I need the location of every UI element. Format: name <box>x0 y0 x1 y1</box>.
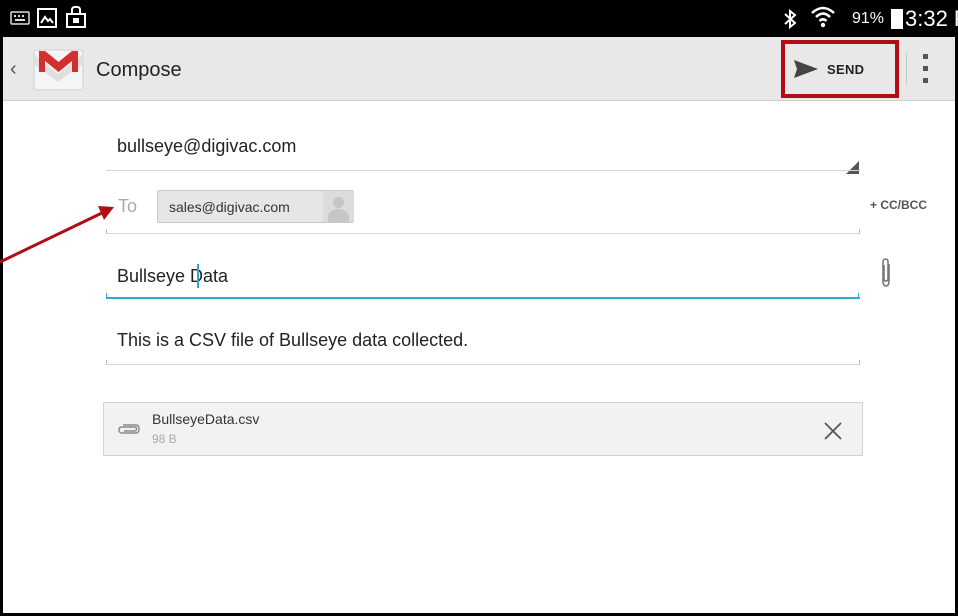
battery-percent: 91% <box>852 10 885 27</box>
recipient-chip[interactable]: sales@digivac.com <box>157 190 354 223</box>
attachment-filename: BullseyeData.csv <box>152 411 260 427</box>
send-button[interactable]: SEND <box>793 52 883 86</box>
action-bar-divider <box>906 53 907 85</box>
attachment-size: 98 B <box>152 432 177 446</box>
message-body-field[interactable]: This is a CSV file of Bullseye data coll… <box>117 330 468 351</box>
subject-underline-tick-right <box>858 293 859 298</box>
send-label: SEND <box>827 61 865 77</box>
action-bar: ‹ Compose SEND <box>3 37 955 101</box>
subject-underline-tick-left <box>106 293 107 298</box>
body-underline-tick-right <box>859 360 860 365</box>
from-field[interactable]: bullseye@digivac.com <box>117 136 296 157</box>
subject-underline <box>106 297 860 299</box>
to-underline-tick-right <box>859 229 860 234</box>
send-highlight-box: SEND <box>781 40 899 98</box>
remove-attachment-icon[interactable] <box>823 421 843 441</box>
status-bar: 91% 3:32 PM <box>0 0 958 37</box>
subject-field[interactable]: Bullseye Data <box>117 266 228 287</box>
cc-bcc-button[interactable]: + CC/BCC <box>870 198 927 212</box>
clock-time: 3:32 PM <box>905 6 958 31</box>
to-label: To <box>118 196 138 216</box>
text-cursor <box>197 264 199 288</box>
back-chevron-icon[interactable]: ‹ <box>10 59 17 79</box>
send-icon <box>794 60 818 78</box>
contact-avatar-icon <box>323 191 354 222</box>
recipient-chip-label: sales@digivac.com <box>169 199 290 215</box>
wifi-icon <box>811 6 835 28</box>
to-underline <box>106 233 860 234</box>
overflow-menu-icon[interactable] <box>916 50 934 88</box>
attachment-card[interactable]: BullseyeData.csv 98 B <box>103 402 863 456</box>
body-underline-tick-left <box>106 360 107 365</box>
bluetooth-icon <box>784 9 797 29</box>
from-underline <box>106 170 860 171</box>
paperclip-icon <box>118 424 140 434</box>
body-underline <box>106 364 860 365</box>
shopping-bag-icon <box>66 6 86 28</box>
keyboard-icon <box>10 11 30 25</box>
gallery-icon <box>37 8 57 28</box>
annotation-arrow-icon <box>0 206 114 264</box>
subject-text-after-cursor: Data <box>190 266 229 286</box>
from-dropdown-icon[interactable] <box>846 161 859 174</box>
attach-file-icon[interactable] <box>878 256 894 290</box>
subject-text-before-cursor: Bullseye <box>117 266 186 286</box>
gmail-logo-icon[interactable] <box>31 46 86 94</box>
page-title: Compose <box>96 59 182 81</box>
battery-icon <box>891 9 903 29</box>
